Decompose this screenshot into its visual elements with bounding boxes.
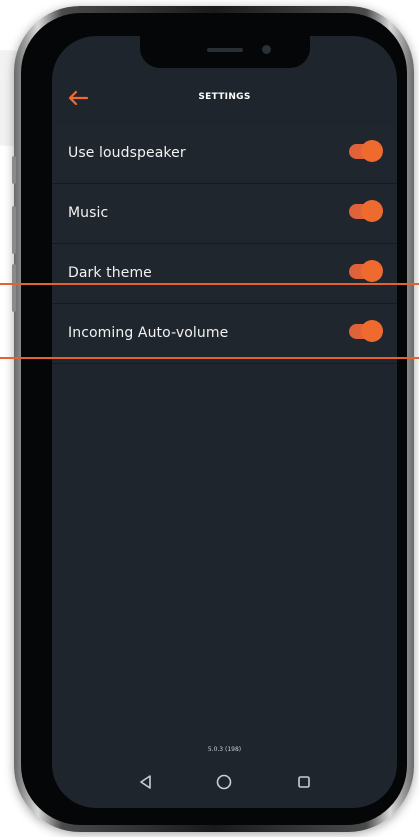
app-version: 5.0.3 (198) — [207, 746, 242, 753]
toggle-knob — [361, 320, 383, 342]
page-title: SETTINGS — [198, 92, 251, 102]
highlight-line-top — [0, 283, 419, 285]
toggle-knob — [361, 260, 383, 282]
setting-label: Music — [68, 205, 109, 221]
setting-row-music[interactable]: Music — [52, 184, 397, 244]
app-header: SETTINGS — [52, 82, 397, 116]
toggle-knob — [361, 200, 383, 222]
page: SETTINGS Use loudspeaker Music Dark them… — [0, 0, 419, 837]
app-screen: SETTINGS Use loudspeaker Music Dark them… — [52, 36, 397, 808]
side-button — [12, 156, 16, 184]
front-camera — [262, 45, 271, 54]
auto-volume-toggle[interactable] — [349, 320, 383, 342]
volume-up-button — [12, 206, 16, 254]
dark-theme-toggle[interactable] — [349, 260, 383, 282]
square-recents-icon[interactable] — [292, 770, 316, 794]
setting-label: Use loudspeaker — [68, 145, 186, 161]
music-toggle[interactable] — [349, 200, 383, 222]
notch — [140, 36, 310, 68]
loudspeaker-toggle[interactable] — [349, 140, 383, 162]
highlight-line-bottom — [0, 357, 419, 359]
circle-home-icon[interactable] — [212, 770, 236, 794]
setting-row-dark-theme[interactable]: Dark theme — [52, 244, 397, 304]
triangle-back-icon[interactable] — [134, 770, 158, 794]
settings-list: Use loudspeaker Music Dark theme Incomin… — [52, 124, 397, 364]
volume-down-button — [12, 264, 16, 312]
setting-label: Incoming Auto-volume — [68, 325, 229, 341]
setting-label: Dark theme — [68, 265, 152, 281]
setting-row-incoming-auto-volume[interactable]: Incoming Auto-volume — [52, 304, 397, 364]
toggle-knob — [361, 140, 383, 162]
setting-row-use-loudspeaker[interactable]: Use loudspeaker — [52, 124, 397, 184]
android-navbar — [52, 764, 397, 800]
speaker-grille — [207, 48, 243, 52]
